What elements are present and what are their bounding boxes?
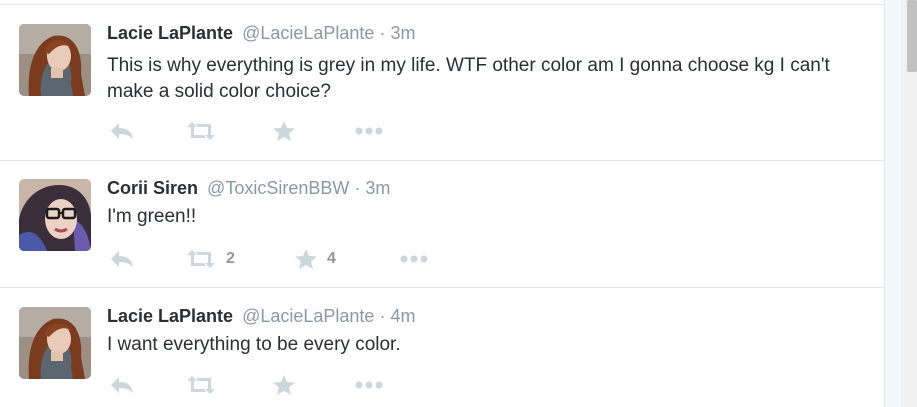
username[interactable]: @LacieLaPlante [242, 306, 374, 326]
more-button[interactable] [354, 119, 384, 143]
reply-icon [111, 123, 133, 139]
reply-icon [111, 251, 133, 267]
retweet-icon [187, 122, 215, 140]
fullname[interactable]: Corii Siren [107, 178, 198, 198]
star-icon [295, 249, 317, 269]
timestamp[interactable]: 3m [365, 178, 390, 198]
tweet-text: I'm green!! [107, 206, 197, 227]
more-dots-icon [355, 381, 383, 389]
tweet-text: I want everything to be every color. [107, 334, 401, 355]
avatar[interactable] [19, 24, 91, 96]
favorite-count: 4 [327, 250, 336, 267]
tweet[interactable]: Corii Siren @ToxicSirenBBW · 3m I'm gree… [0, 160, 884, 287]
retweet-button[interactable] [185, 119, 226, 143]
retweet-icon [187, 250, 215, 268]
avatar[interactable] [19, 307, 91, 379]
tweet[interactable]: Lacie LaPlante @LacieLaPlante · 3m This … [0, 4, 884, 160]
retweet-icon [187, 376, 215, 394]
fullname[interactable]: Lacie LaPlante [107, 306, 233, 326]
retweet-button[interactable]: 2 [185, 247, 235, 271]
avatar[interactable] [19, 179, 91, 251]
retweet-count: 2 [226, 250, 235, 267]
fullname[interactable]: Lacie LaPlante [107, 23, 233, 43]
reply-button[interactable] [109, 373, 135, 397]
separator: · [354, 178, 361, 198]
favorite-button[interactable]: 4 [294, 247, 336, 271]
more-button[interactable] [354, 373, 384, 397]
lacie-avatar-image [19, 307, 91, 379]
star-icon [273, 375, 295, 395]
tweet-timeline: Lacie LaPlante @LacieLaPlante · 3m This … [0, 0, 885, 407]
favorite-button[interactable] [272, 119, 305, 143]
reply-button[interactable] [109, 119, 135, 143]
corii-avatar-image [19, 179, 91, 251]
username[interactable]: @ToxicSirenBBW [207, 178, 349, 198]
favorite-button[interactable] [272, 373, 305, 397]
tweet-header: Lacie LaPlante @LacieLaPlante · 3m [107, 22, 416, 44]
more-dots-icon [400, 255, 428, 263]
star-icon [273, 121, 295, 141]
retweet-button[interactable] [185, 373, 226, 397]
reply-button[interactable] [109, 247, 135, 271]
timestamp[interactable]: 3m [390, 23, 415, 43]
tweet-header: Corii Siren @ToxicSirenBBW · 3m [107, 177, 390, 199]
separator: · [379, 306, 386, 326]
tweet-text: This is why everything is grey in my lif… [107, 55, 830, 102]
tweet[interactable]: Lacie LaPlante @LacieLaPlante · 4m I wan… [0, 287, 884, 407]
tweet-header: Lacie LaPlante @LacieLaPlante · 4m [107, 305, 416, 327]
lacie-avatar-image [19, 24, 91, 96]
scrollbar-thumb[interactable] [907, 0, 917, 72]
separator: · [379, 23, 386, 43]
username[interactable]: @LacieLaPlante [242, 23, 374, 43]
reply-icon [111, 377, 133, 393]
timestamp[interactable]: 4m [390, 306, 415, 326]
more-dots-icon [355, 127, 383, 135]
more-button[interactable] [399, 247, 429, 271]
page: Lacie LaPlante @LacieLaPlante · 3m This … [0, 0, 917, 407]
